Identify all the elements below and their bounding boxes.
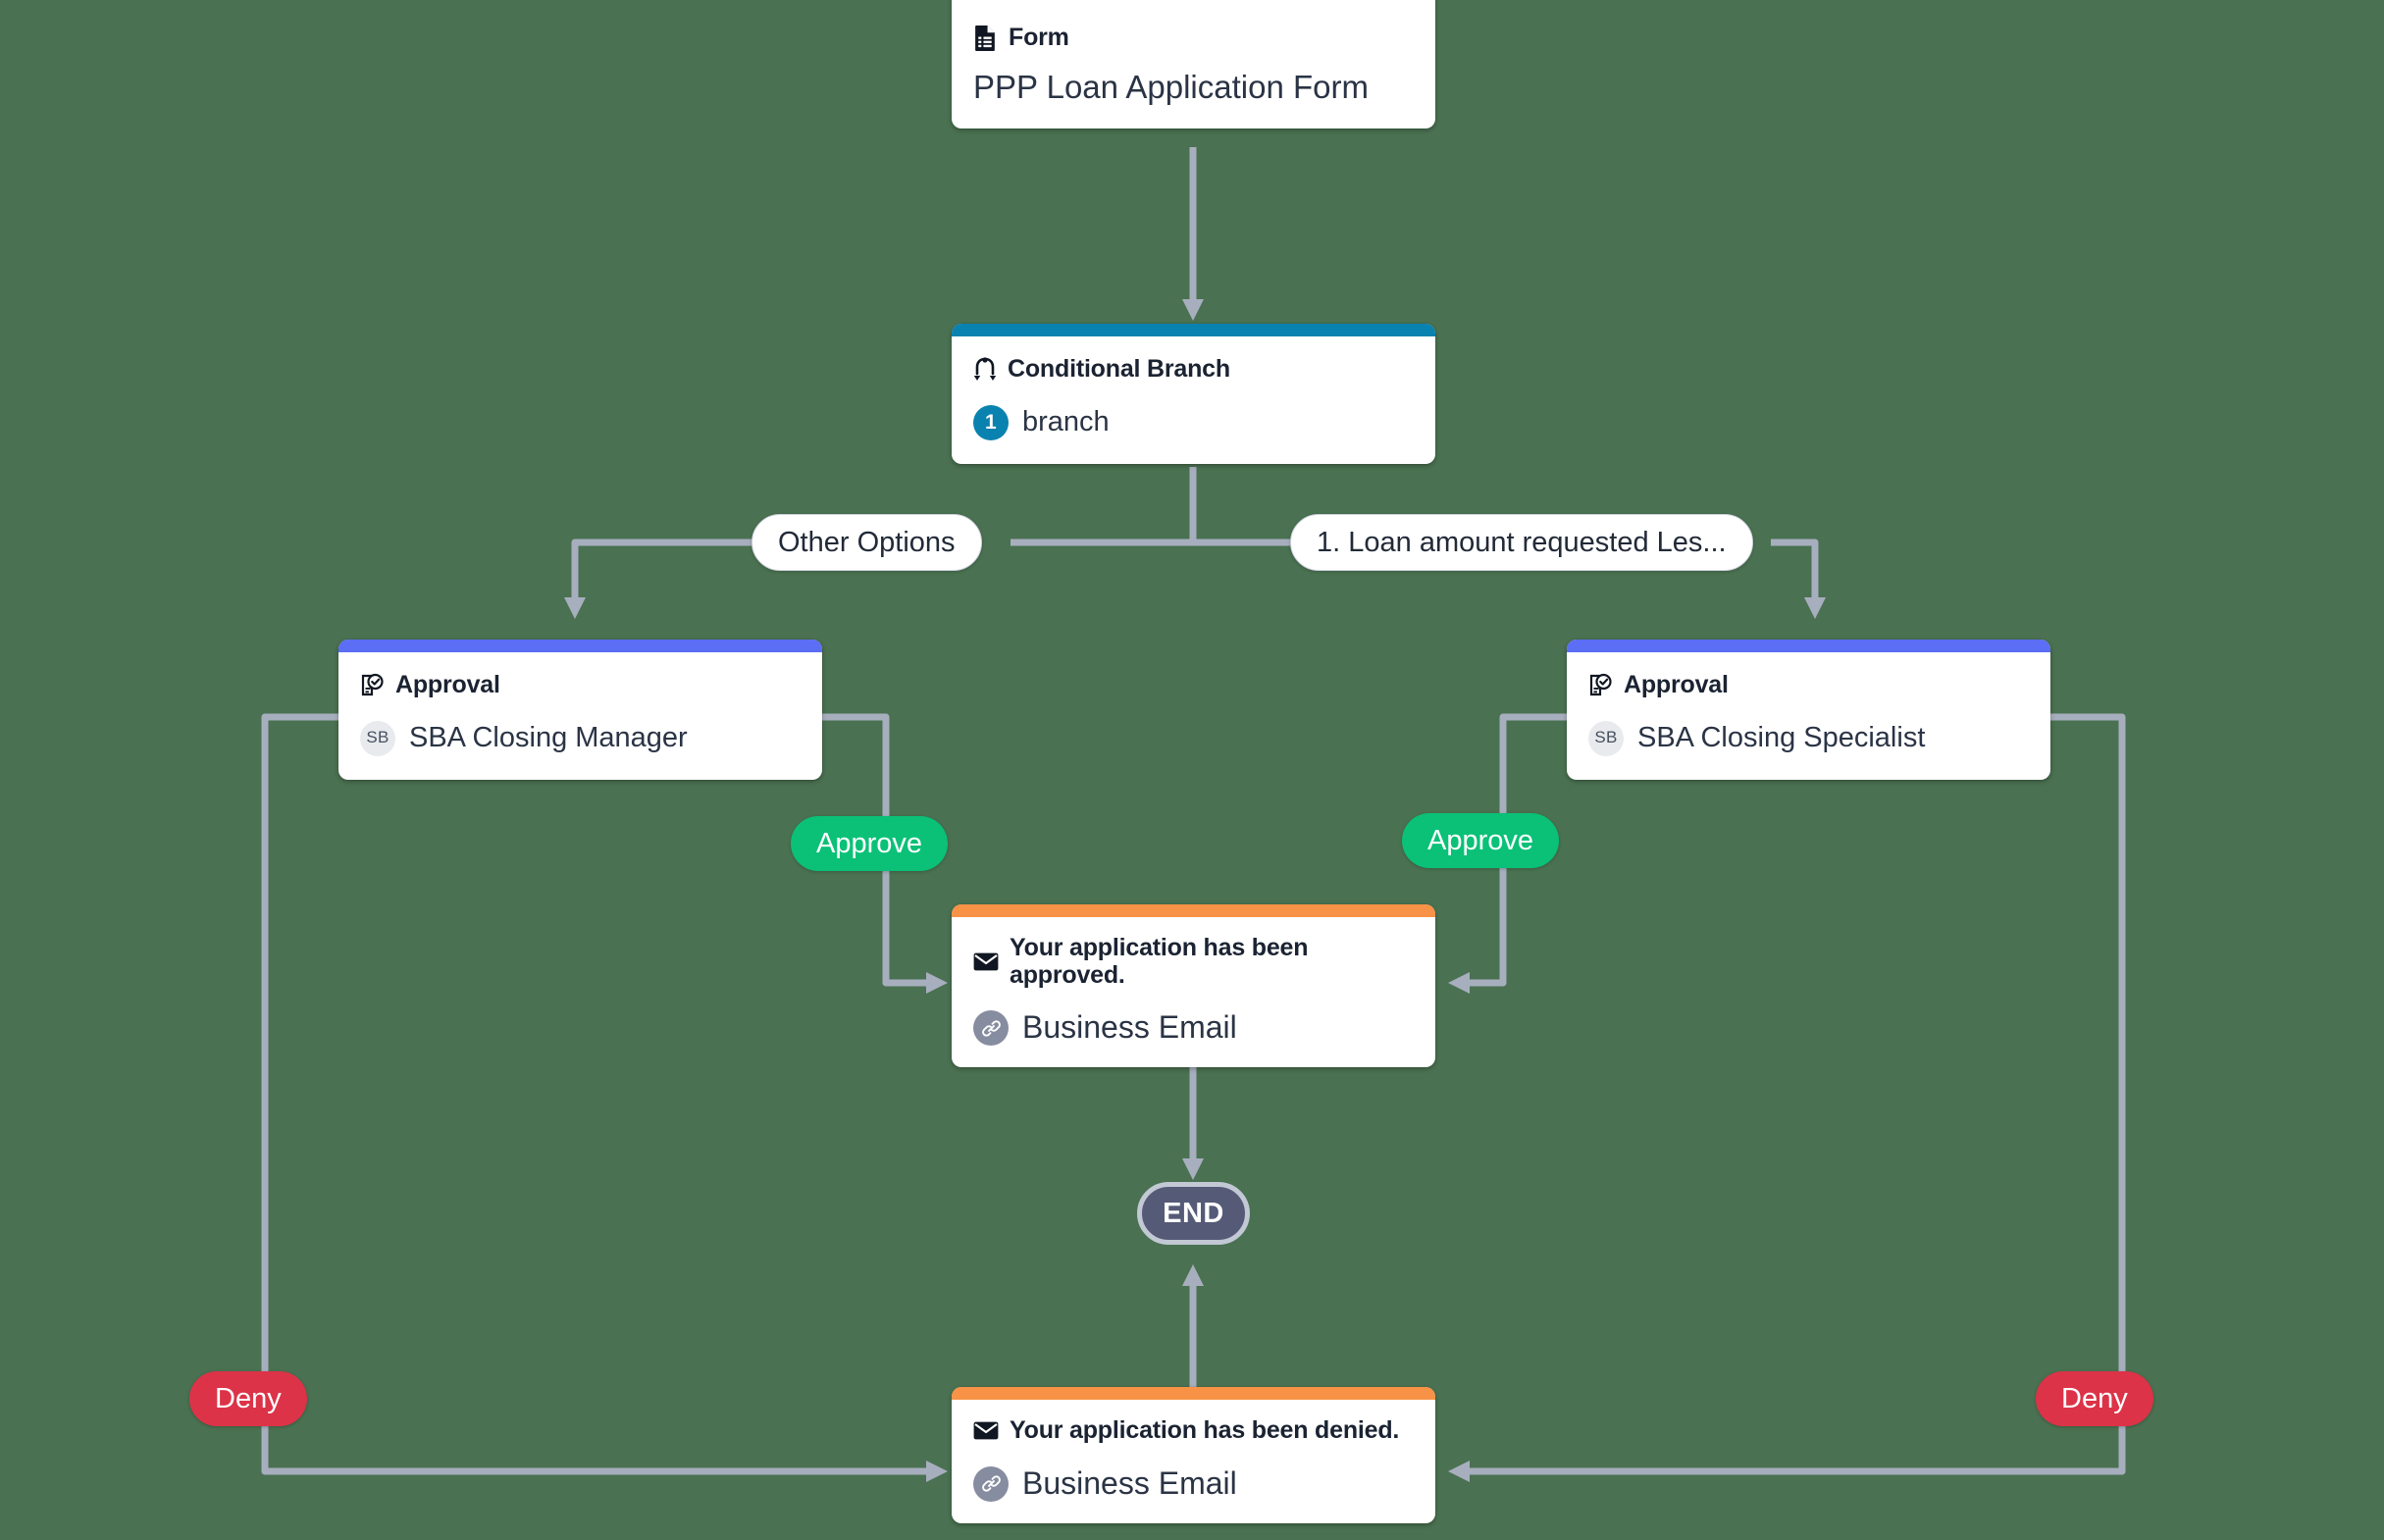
node-branch-title: Conditional Branch — [973, 355, 1414, 384]
approval-check-icon — [1588, 673, 1613, 698]
node-form-title: Form — [973, 24, 1414, 52]
node-email-denied-channel: Business Email — [1022, 1464, 1237, 1501]
node-approval-right[interactable]: Approval SB SBA Closing Specialist — [1567, 640, 2050, 780]
edge-condition-to-approval-right — [1771, 539, 1826, 619]
edge-label-approve-right[interactable]: Approve — [1402, 813, 1560, 868]
node-email-approved-title: Your application has been approved. — [973, 934, 1414, 989]
avatar: SB — [1588, 720, 1624, 756]
node-accent-bar — [952, 904, 1435, 917]
node-branch-type-label: Conditional Branch — [1008, 355, 1230, 383]
document-form-icon — [973, 25, 998, 52]
node-approval-left-type-label: Approval — [395, 671, 500, 698]
node-approval-right-title: Approval — [1588, 671, 2029, 699]
edge-label-approve-left[interactable]: Approve — [791, 816, 949, 871]
node-accent-bar — [338, 640, 822, 652]
branch-fork-icon — [973, 357, 997, 383]
node-email-approved-subject: Your application has been approved. — [1010, 934, 1309, 989]
node-form-type-label: Form — [1009, 24, 1069, 51]
node-form-name: PPP Loan Application Form — [973, 68, 1369, 105]
node-email-denied-detail: Business Email — [973, 1464, 1414, 1502]
node-conditional-branch[interactable]: Conditional Branch 1 branch — [952, 324, 1435, 464]
edge-other-options-to-approval-left — [564, 539, 751, 619]
node-email-approved-detail: Business Email — [973, 1010, 1414, 1046]
node-email-denied-title: Your application has been denied. — [973, 1416, 1414, 1445]
edge-label-other-options[interactable]: Other Options — [751, 514, 982, 571]
node-approval-left-detail: SB SBA Closing Manager — [360, 720, 801, 756]
node-accent-bar — [1567, 640, 2050, 652]
edge-label-condition-1[interactable]: 1. Loan amount requested Les... — [1290, 514, 1753, 571]
node-branch-detail: 1 branch — [973, 404, 1414, 440]
approval-check-icon — [360, 673, 385, 698]
edge-label-deny-right[interactable]: Deny — [2036, 1371, 2153, 1426]
node-approval-left[interactable]: Approval SB SBA Closing Manager — [338, 640, 822, 780]
envelope-icon — [973, 952, 999, 971]
avatar: SB — [360, 720, 395, 756]
node-approval-left-title: Approval — [360, 671, 801, 699]
node-email-denied-subject: Your application has been denied. — [1010, 1416, 1400, 1444]
envelope-icon — [973, 1421, 999, 1440]
edge-label-deny-left[interactable]: Deny — [189, 1371, 307, 1426]
node-accent-bar — [952, 1387, 1435, 1400]
link-icon — [973, 1010, 1009, 1046]
node-email-approved[interactable]: Your application has been approved. Busi… — [952, 904, 1435, 1067]
node-form[interactable]: Form PPP Loan Application Form — [952, 0, 1435, 128]
node-approval-right-name: SBA Closing Specialist — [1637, 721, 1926, 753]
node-approval-right-detail: SB SBA Closing Specialist — [1588, 720, 2029, 756]
workflow-canvas: Form PPP Loan Application Form Condition… — [0, 0, 2384, 1540]
node-branch-name: branch — [1022, 405, 1110, 437]
node-email-approved-channel: Business Email — [1022, 1009, 1237, 1046]
edge-deny-right-to-email — [1448, 713, 2126, 1482]
node-email-denied[interactable]: Your application has been denied. Busine… — [952, 1387, 1435, 1523]
node-approval-right-type-label: Approval — [1624, 671, 1729, 698]
branch-count-badge: 1 — [973, 404, 1009, 440]
node-approval-left-name: SBA Closing Manager — [409, 721, 688, 753]
link-icon — [973, 1465, 1009, 1502]
end-node[interactable]: END — [1137, 1182, 1250, 1245]
node-accent-bar — [952, 324, 1435, 336]
